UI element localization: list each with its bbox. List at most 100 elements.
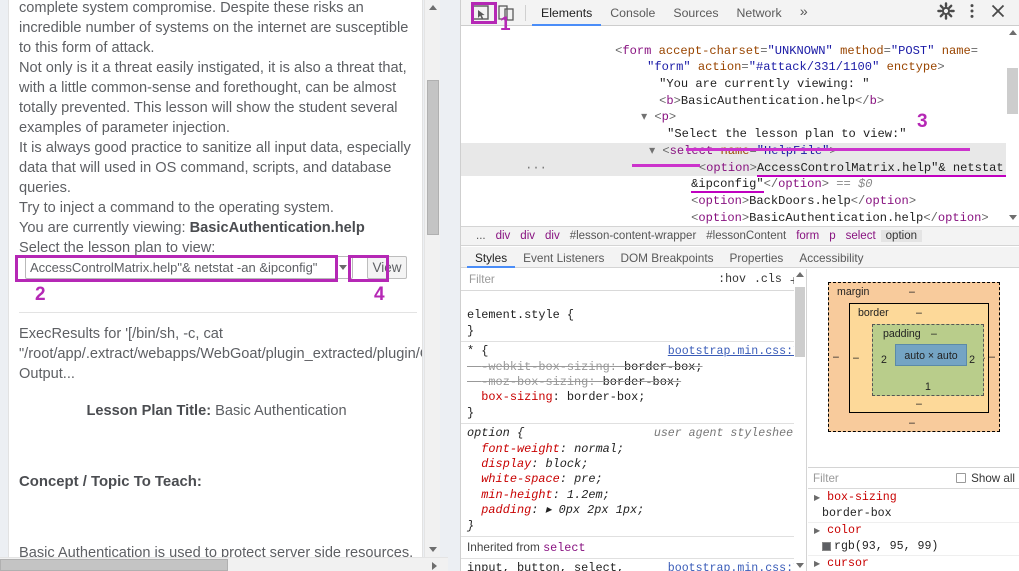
box-model-border[interactable]: border – – – – padding – 2 2 1 auto × au… <box>849 303 989 413</box>
box-model-border-bottom[interactable]: – <box>916 398 922 410</box>
color-swatch[interactable] <box>822 541 831 551</box>
css-prop-2-1: display <box>481 457 532 472</box>
box-model-padding-bottom[interactable]: 1 <box>925 381 931 393</box>
breadcrumb-item-4[interactable]: #lesson-content-wrapper <box>565 230 702 242</box>
dom-scroll-down-arrow-icon[interactable] <box>1009 215 1017 220</box>
inherited-selector[interactable]: select <box>543 541 585 555</box>
breadcrumb-item-6[interactable]: form <box>791 230 824 242</box>
lesson-plan-form-row: AccessControlMatrix.help"& netstat -an &… <box>19 256 419 282</box>
box-model-padding[interactable]: padding – 2 2 1 auto × auto <box>872 324 984 396</box>
css-origin-1[interactable]: bootstrap.min.css:7 <box>668 344 800 359</box>
box-model-border-label: border <box>858 307 889 319</box>
css-decl-2-1[interactable]: display: block; <box>467 457 588 471</box>
computed-row-color[interactable]: ▶ color rgb(93, 95, 99) <box>808 523 1019 556</box>
breadcrumb-item-2[interactable]: div <box>515 230 540 242</box>
scroll-down-arrow-icon[interactable] <box>429 547 437 552</box>
css-decl-2-4[interactable]: padding: ▸ 0px 2px 1px; <box>467 503 644 517</box>
styles-scroll-down-arrow-icon[interactable] <box>796 563 804 568</box>
box-model-margin-left[interactable]: – <box>833 351 839 363</box>
css-rule-element-style[interactable]: element.style { } <box>461 291 806 343</box>
page-vertical-scrollbar[interactable] <box>424 0 440 557</box>
styles-scroll-thumb[interactable] <box>795 287 805 357</box>
box-model-margin-bottom[interactable]: – <box>909 417 915 429</box>
dom-selected-option-text-2: &ipconfig" <box>691 177 764 194</box>
box-model-border-left[interactable]: – <box>853 352 859 364</box>
scroll-right-arrow-icon[interactable] <box>432 562 437 570</box>
expand-triangle-icon-5[interactable]: ▶ <box>814 560 820 569</box>
inspect-element-icon[interactable] <box>467 1 493 25</box>
css-decl-1-1[interactable]: -moz-box-sizing: border-box; <box>467 375 681 389</box>
tab-dom-breakpoints[interactable]: DOM Breakpoints <box>612 247 721 268</box>
box-model-margin-right[interactable]: – <box>989 351 995 363</box>
box-model-margin-top[interactable]: – <box>909 286 915 298</box>
box-model-padding-right[interactable]: 2 <box>969 354 975 366</box>
css-decl-1-0[interactable]: -webkit-box-sizing: border-box; <box>467 360 702 374</box>
breadcrumb-item-5[interactable]: #lessonContent <box>701 230 791 242</box>
css-rule-option[interactable]: option {user agent stylesheet font-weigh… <box>461 424 806 538</box>
dom-line-form-open-clipped[interactable]: <form accept-charset="UNKNOWN" method="P… <box>461 26 1019 58</box>
dom-scroll-thumb[interactable] <box>1007 68 1018 114</box>
tab-console[interactable]: Console <box>601 0 664 26</box>
page-horizontal-scrollbar[interactable] <box>0 557 448 571</box>
breadcrumb-item-7[interactable]: p <box>824 230 840 242</box>
css-prop-2-4: padding <box>481 503 532 518</box>
chevron-down-icon <box>339 265 347 270</box>
tab-properties[interactable]: Properties <box>722 247 792 268</box>
tab-styles[interactable]: Styles <box>467 247 515 268</box>
dom-line-text-select-prompt[interactable]: "Select the lesson plan to view:" <box>461 109 1019 141</box>
page-vertical-scroll-thumb[interactable] <box>427 80 439 235</box>
hov-button[interactable]: :hov <box>714 273 750 286</box>
close-icon[interactable] <box>988 1 1014 25</box>
breadcrumb-item-9[interactable]: option <box>880 230 922 242</box>
scroll-up-arrow-icon[interactable] <box>429 5 437 10</box>
expand-triangle-icon-3[interactable]: ▶ <box>814 494 820 503</box>
computed-row-cursor[interactable]: ▶ cursor <box>808 556 1019 571</box>
select-prompt: Select the lesson plan to view: <box>19 240 216 256</box>
styles-filter-input[interactable]: Filter <box>465 273 714 286</box>
tab-sources[interactable]: Sources <box>664 0 727 26</box>
computed-prop-cursor[interactable]: ▶ cursor <box>808 556 1019 571</box>
computed-row-box-sizing[interactable]: ▶ box-sizing border-box <box>808 490 1019 523</box>
box-model-padding-top[interactable]: – <box>931 328 937 340</box>
tab-accessibility[interactable]: Accessibility <box>791 247 871 268</box>
box-model-padding-left[interactable]: 2 <box>881 354 887 366</box>
cls-button[interactable]: .cls <box>750 273 786 286</box>
dom-tree-scrollbar[interactable] <box>1006 26 1019 224</box>
tab-event-listeners[interactable]: Event Listeners <box>515 247 612 268</box>
css-decl-2-3[interactable]: min-height: 1.2em; <box>467 488 609 502</box>
css-decl-2-0[interactable]: font-weight: normal; <box>467 442 624 456</box>
dom-scroll-up-arrow-icon[interactable] <box>1009 30 1017 35</box>
styles-scroll-up-arrow-icon[interactable] <box>796 272 804 277</box>
styles-scrollbar[interactable] <box>794 269 806 571</box>
page-horizontal-scroll-thumb[interactable] <box>0 559 228 571</box>
box-model-border-top[interactable]: – <box>916 307 922 319</box>
css-decl-1-2[interactable]: box-sizing: border-box; <box>467 390 645 404</box>
expand-triangle-icon-4[interactable]: ▶ <box>814 527 820 536</box>
inherited-label: Inherited from <box>467 540 540 555</box>
css-decl-2-2[interactable]: white-space: pre; <box>467 472 602 486</box>
lesson-plan-select[interactable]: AccessControlMatrix.help"& netstat -an &… <box>25 256 353 279</box>
computed-prop-box-sizing[interactable]: ▶ box-sizing <box>808 490 1019 506</box>
kebab-menu-icon[interactable] <box>962 1 988 25</box>
css-rule-inherited[interactable]: input, button, select, bootstrap.min.css:… <box>461 559 806 571</box>
box-model-margin[interactable]: margin – – – – border – – – – padding – <box>828 282 1000 432</box>
breadcrumb-item-8[interactable]: select <box>841 230 881 242</box>
device-toolbar-icon[interactable] <box>493 1 519 25</box>
tab-network[interactable]: Network <box>728 0 791 26</box>
dom-ellipsis[interactable]: ··· <box>525 161 547 175</box>
more-tabs-icon[interactable]: » <box>791 0 817 26</box>
tab-elements[interactable]: Elements <box>532 0 601 26</box>
show-all-checkbox[interactable] <box>956 473 967 483</box>
box-model-content[interactable]: auto × auto <box>895 344 967 366</box>
view-button[interactable]: View <box>367 256 407 279</box>
css-rule-universal[interactable]: * {bootstrap.min.css:7 -webkit-box-sizin… <box>461 342 806 425</box>
breadcrumb-item-3[interactable]: div <box>540 230 565 242</box>
computed-prop-color[interactable]: ▶ color <box>808 523 1019 539</box>
dom-tree[interactable]: <form accept-charset="UNKNOWN" method="P… <box>461 26 1019 224</box>
breadcrumb-item-0[interactable]: ... <box>471 230 491 242</box>
computed-filter-input[interactable]: Filter <box>813 472 956 485</box>
css-inherited-origin[interactable]: bootstrap.min.css:7 <box>668 561 800 571</box>
computed-properties-list: ▶ box-sizing border-box ▶ color rgb(93, … <box>808 490 1019 571</box>
gear-icon[interactable] <box>936 1 962 25</box>
breadcrumb-item-1[interactable]: div <box>491 230 516 242</box>
